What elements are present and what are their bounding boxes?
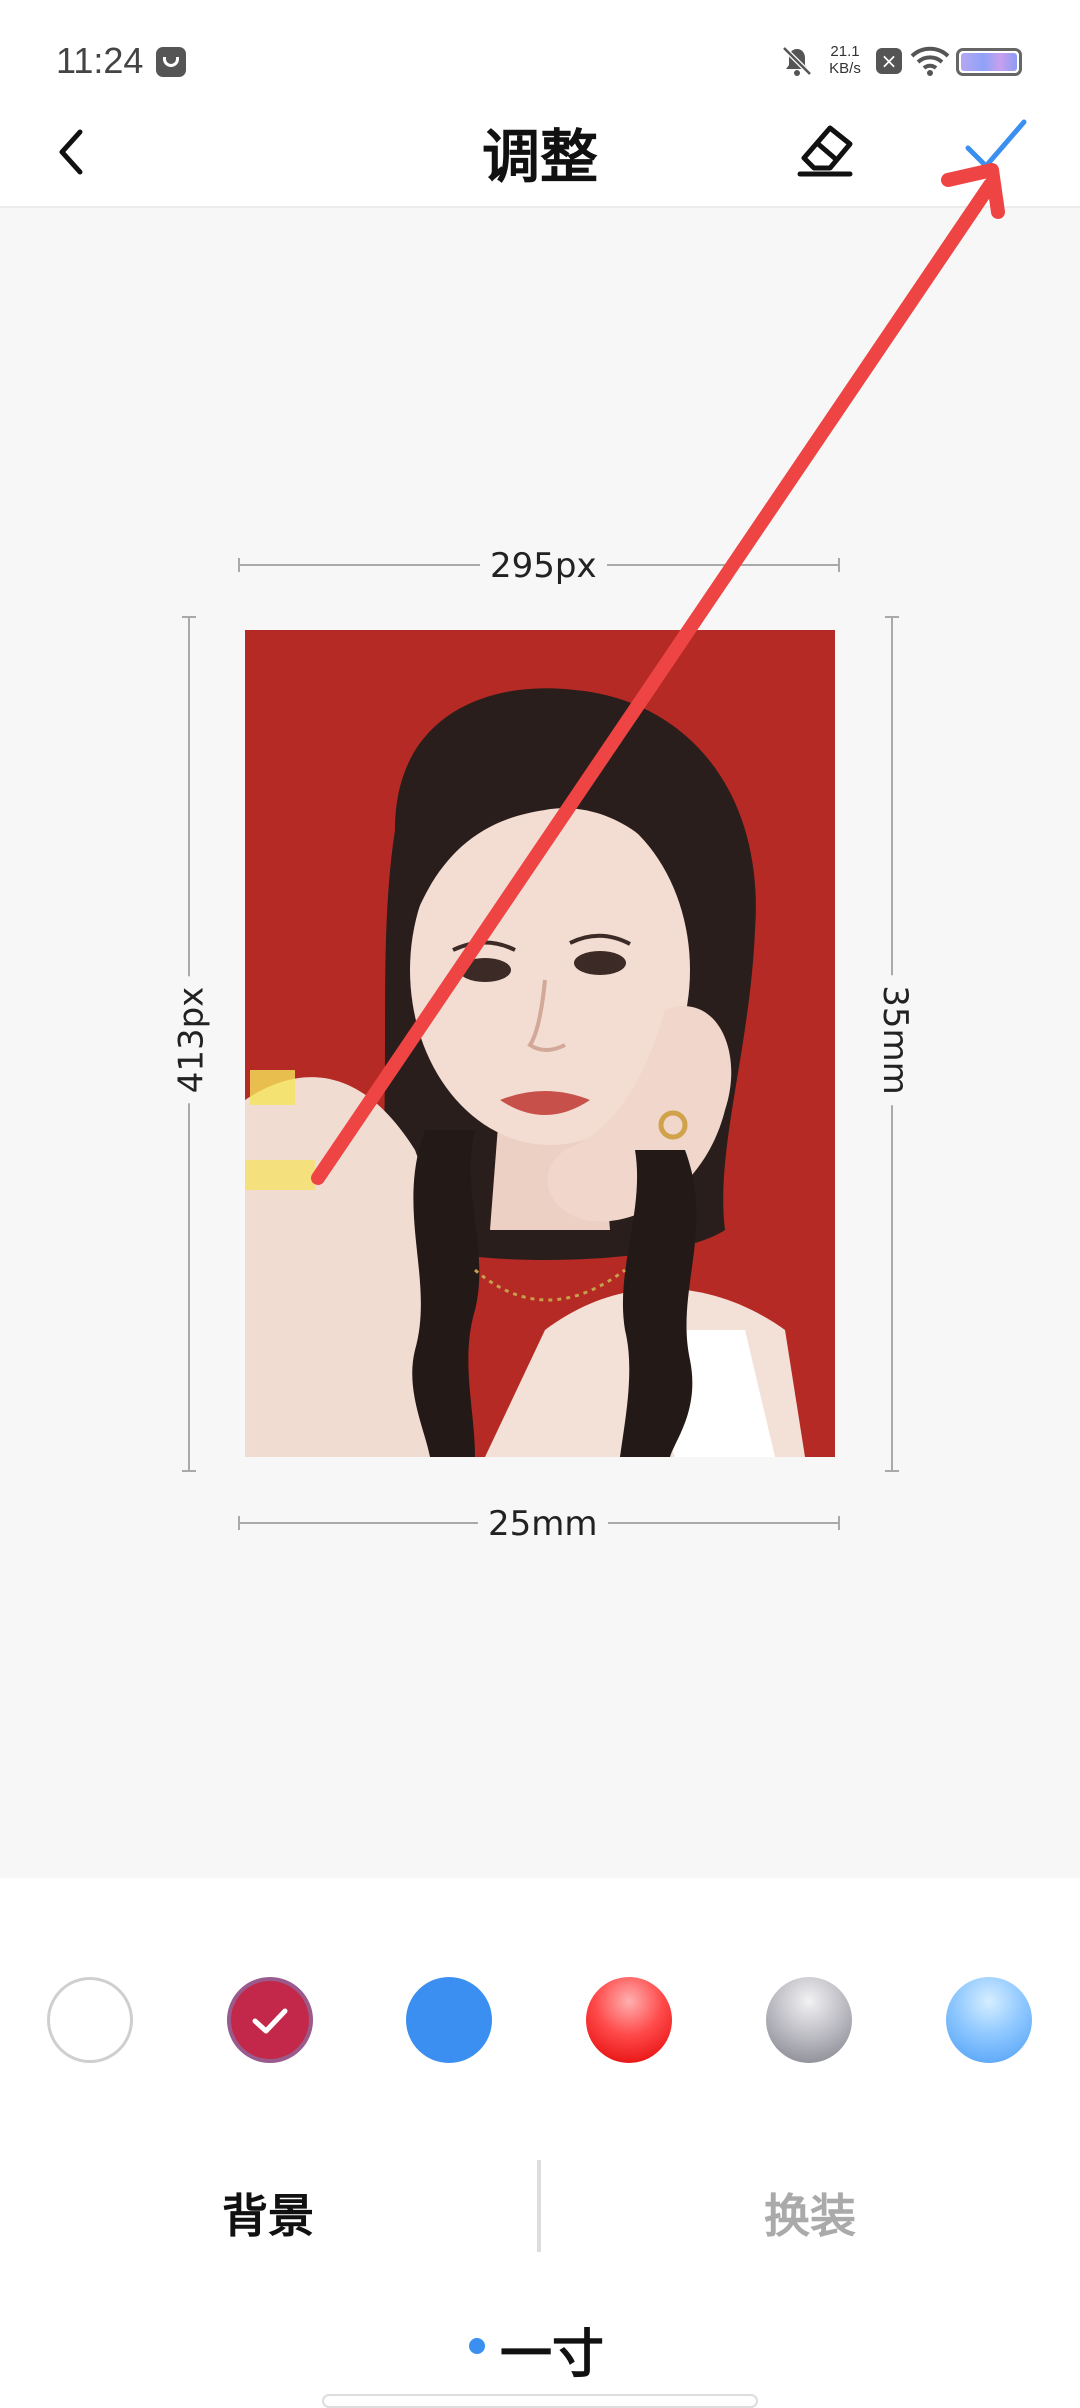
eraser-icon	[797, 125, 853, 177]
width-px-label: 295px	[480, 546, 607, 586]
chevron-left-icon	[59, 129, 83, 175]
check-icon	[965, 119, 1027, 169]
swatch-blue[interactable]	[406, 1977, 492, 2063]
swatch-gray[interactable]	[766, 1977, 852, 2063]
swatch-white[interactable]	[47, 1977, 133, 2063]
confirm-button[interactable]	[958, 108, 1034, 186]
dim-tick	[885, 1470, 899, 1472]
size-indicator-dot	[469, 2338, 485, 2354]
portrait-image	[245, 630, 835, 1457]
bell-muted-icon	[782, 46, 812, 76]
top-app-bar: 调整	[0, 100, 1080, 208]
dim-tick	[838, 1516, 840, 1530]
dim-tick	[838, 558, 840, 572]
x-box-icon: ×	[876, 48, 902, 74]
status-bar: 11:24 21.1 KB/s ×	[0, 0, 1080, 100]
status-time: 11:24	[56, 40, 144, 81]
swatch-red[interactable]	[586, 1977, 672, 2063]
network-speed-value: 21.1	[830, 43, 860, 60]
back-button[interactable]	[40, 116, 104, 188]
tab-divider	[537, 2160, 541, 2252]
battery-fill	[961, 53, 1017, 71]
height-mm-label: 35mm	[874, 975, 915, 1105]
dim-tick	[182, 1470, 196, 1472]
id-photo-preview[interactable]	[245, 630, 835, 1457]
tab-background[interactable]: 背景	[88, 2180, 448, 2246]
eraser-button[interactable]	[790, 108, 860, 186]
network-speed-unit: KB/s	[829, 60, 861, 77]
height-px-label: 413px	[171, 976, 212, 1104]
battery-icon	[956, 48, 1022, 76]
wifi-icon	[910, 46, 950, 76]
page-title: 调整	[481, 123, 598, 191]
network-speed: 21.1 KB/s	[824, 43, 866, 77]
width-mm-label: 25mm	[478, 1504, 608, 1544]
size-option-one-inch[interactable]: 一寸	[500, 2312, 604, 2387]
swatch-crimson[interactable]	[227, 1977, 313, 2063]
swatch-light-blue[interactable]	[946, 1977, 1032, 2063]
tab-outfit[interactable]: 换装	[630, 2180, 990, 2246]
notification-app-icon	[156, 47, 186, 77]
check-icon	[252, 2008, 288, 2034]
bottom-sheet-handle	[322, 2394, 758, 2408]
